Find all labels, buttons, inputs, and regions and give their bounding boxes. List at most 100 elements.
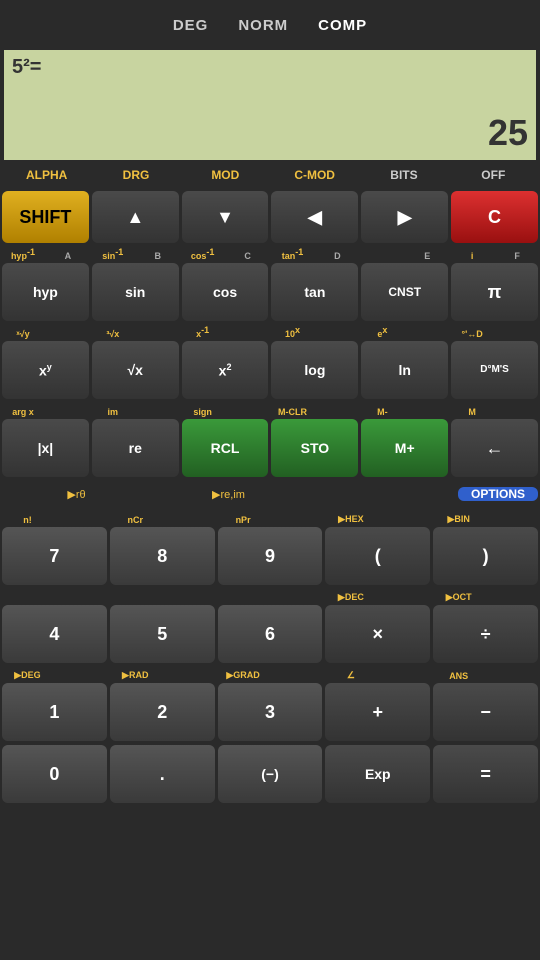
sqrt-button[interactable]: √x [92,341,179,399]
sublabel-grad: ▶GRAD [218,670,269,681]
btn-2[interactable]: 2 [110,683,215,741]
btn-3[interactable]: 3 [218,683,323,741]
sublabel-ex: ex [361,325,403,339]
arrow-right-button[interactable]: ▶ [361,191,448,243]
sublabel-c: C [227,251,269,261]
display-result: 25 [488,112,528,154]
ctrl-alpha[interactable]: ALPHA [2,168,91,182]
mode-deg[interactable]: DEG [173,17,209,34]
sublabel-cos-inv: cos-1 [182,247,224,261]
sublabel-ans: ANS [433,671,484,681]
sublabel-deg-conv: °'↔D [451,329,493,339]
btn-exp[interactable]: Exp [325,745,430,803]
mode-comp[interactable]: COMP [318,17,367,34]
ln-button[interactable]: ln [361,341,448,399]
sublabel-d: D [316,251,358,261]
sublabel-im: im [92,407,134,417]
sublabel-nfact: n! [2,515,53,525]
arrow-up-button[interactable]: ▲ [92,191,179,243]
sublabel-e2: E [406,251,448,261]
sublabel-10x: 10x [272,325,314,339]
sublabel-dec: ▶DEC [325,592,376,603]
log-button[interactable]: log [271,341,358,399]
hyp-button[interactable]: hyp [2,263,89,321]
btn-decimal[interactable]: . [110,745,215,803]
sublabel-num-row-2: ▶DEC ▶OCT [0,587,540,603]
btn-5[interactable]: 5 [110,605,215,663]
sublabel-bin: ▶BIN [433,514,484,525]
sublabel-angle: ∠ [325,670,376,681]
clear-button[interactable]: C [451,191,538,243]
re-button[interactable]: re [92,419,179,477]
polar-label: ▶rθ [2,488,151,501]
x2-button[interactable]: x2 [182,341,269,399]
mode-bar: DEG NORM COMP [0,0,540,50]
num-row-1: 7 8 9 ( ) [0,525,540,587]
sublabel-argx: arg x [2,407,44,417]
sublabel-m: M [451,407,493,417]
btn-equals[interactable]: = [433,745,538,803]
sin-button[interactable]: sin [92,263,179,321]
btn-9[interactable]: 9 [218,527,323,585]
abs-button[interactable]: |x| [2,419,89,477]
sublabel-mclr: M-CLR [272,407,314,417]
power-row: xy √x x2 log ln D°M'S [0,339,540,401]
btn-multiply[interactable]: × [325,605,430,663]
sublabel-num-row-3: ▶DEG ▶RAD ▶GRAD ∠ ANS [0,665,540,681]
sto-button[interactable]: STO [271,419,358,477]
ctrl-row: ALPHA DRG MOD C-MOD BITS OFF [0,161,540,189]
memory-row: |x| re RCL STO M+ ← [0,417,540,479]
sublabel-tan-inv: tan-1 [272,247,314,261]
ctrl-bits[interactable]: BITS [359,168,448,182]
sublabel-sign: sign [182,407,224,417]
sublabel-sin-inv: sin-1 [92,247,134,261]
arrow-down-button[interactable]: ▼ [182,191,269,243]
pi-button[interactable]: π [451,263,538,321]
ctrl-cmod[interactable]: C-MOD [270,168,359,182]
cnst-button[interactable]: CNST [361,263,448,321]
num-row-2: 4 5 6 × ÷ [0,603,540,665]
rcl-button[interactable]: RCL [182,419,269,477]
mode-norm[interactable]: NORM [238,17,288,34]
sublabel-x-inv: x-1 [182,325,224,339]
sublabel-a: A [47,251,89,261]
btn-open-paren[interactable]: ( [325,527,430,585]
btn-8[interactable]: 8 [110,527,215,585]
tan-button[interactable]: tan [271,263,358,321]
sublabel-npr: nPr [218,515,269,525]
sublabel-row-3: arg x im sign M-CLR M- M [0,401,540,417]
btn-neg[interactable]: (−) [218,745,323,803]
backspace-button[interactable]: ← [451,419,538,477]
btn-6[interactable]: 6 [218,605,323,663]
btn-plus[interactable]: + [325,683,430,741]
btn-7[interactable]: 7 [2,527,107,585]
sublabel-hex: ▶HEX [325,514,376,525]
btn-divide[interactable]: ÷ [433,605,538,663]
ctrl-mod[interactable]: MOD [181,168,270,182]
sublabel-hyp-inv: hyp-1 [2,247,44,261]
sublabel-ncr: nCr [110,515,161,525]
btn-4[interactable]: 4 [2,605,107,663]
btn-0[interactable]: 0 [2,745,107,803]
cos-button[interactable]: cos [182,263,269,321]
btn-1[interactable]: 1 [2,683,107,741]
num-row-4: 0 . (−) Exp = [0,743,540,805]
btn-close-paren[interactable]: ) [433,527,538,585]
mplus-button[interactable]: M+ [361,419,448,477]
sublabel-mminus: M- [361,407,403,417]
num-row-3: 1 2 3 + − [0,681,540,743]
display-input: 5²= [12,56,528,79]
xy-button[interactable]: xy [2,341,89,399]
sublabel-xy-root: ˣ√y [2,329,44,339]
arrow-left-button[interactable]: ◀ [271,191,358,243]
options-button[interactable]: OPTIONS [458,487,538,501]
trig-row: hyp sin cos tan CNST π [0,261,540,323]
dms-button[interactable]: D°M'S [451,341,538,399]
rect-label: ▶re,im [154,488,303,501]
sublabel-row-1: hyp-1 A sin-1 B cos-1 C tan-1 D E i F [0,245,540,261]
sublabel-b: B [137,251,179,261]
shift-button[interactable]: SHIFT [2,191,89,243]
ctrl-drg[interactable]: DRG [91,168,180,182]
btn-minus[interactable]: − [433,683,538,741]
ctrl-off[interactable]: OFF [449,168,538,182]
